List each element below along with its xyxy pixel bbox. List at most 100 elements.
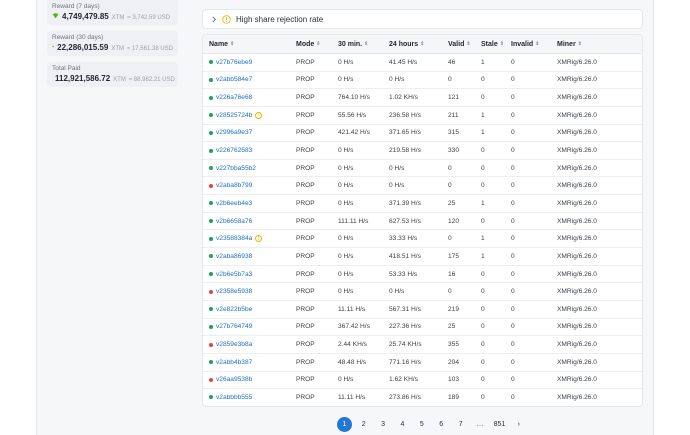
stat-unit: XTM [113,77,126,83]
cell-valid: 355 [448,341,460,349]
stat-value: 4,749,479.85 [62,12,109,21]
stat-label: Total Paid [52,65,81,72]
worker-link[interactable]: v2b6e5b7a3 [216,271,252,278]
page-button[interactable]: 851 [490,416,509,432]
alert-label: High share rejection rate [236,14,324,24]
page-button[interactable]: 2 [354,416,373,432]
header-label: Stale [481,40,498,48]
column-header-mode[interactable]: Mode ⇕ [296,41,338,48]
column-header-30min[interactable]: 30 min. ⇕ [338,41,389,48]
table-row: v2859e3b8a PROP 2.44 KH/s 25.74 KH/s 355 0 0 XM… [203,336,642,354]
cell-hashrate-24h: 418.51 H/s [389,252,421,260]
status-dot-icon [209,77,213,82]
worker-link[interactable]: v226a76e68 [216,94,252,101]
column-header-name[interactable]: Name ⇕ [203,41,296,48]
cell-name: v2b6eeb4e3 [203,200,296,207]
column-header-invalid[interactable]: Invalid ⇕ [511,41,557,48]
cell-miner: XMRig/6.26.0 [557,305,597,313]
cell-hashrate-30min: 11.11 H/s [338,393,366,401]
column-header-valid[interactable]: Valid ⇕ [448,41,481,48]
worker-link[interactable]: v2b6eeb4e3 [216,200,252,207]
column-header-miner[interactable]: Miner ⇕ [557,41,637,48]
cell-invalid: 0 [511,288,515,296]
worker-link[interactable]: v2aba8b799 [216,182,252,189]
worker-link[interactable]: v2358e5938 [216,288,252,295]
cell-hashrate-30min: 55.56 H/s [338,111,367,119]
cell-hashrate-30min: 367.42 H/s [338,323,370,331]
worker-link[interactable]: v28525724b [216,112,252,119]
header-label: Miner [557,40,576,48]
stat-usd: ≈ 3,742.59 USD [127,15,171,21]
cell-name: v2996a9e37 [203,129,296,136]
cell-name: v2aba8b799 [203,182,296,189]
worker-link[interactable]: v227bba55b2 [216,165,256,172]
worker-link[interactable]: v2abb4b387 [216,359,252,366]
warning-icon [222,14,231,24]
cell-name: v2e822b5be [203,306,296,313]
stat-unit: XTM [111,46,124,52]
page-button[interactable]: 1 [337,416,352,432]
worker-link[interactable]: v2996a9e37 [216,129,252,136]
cell-hashrate-24h: 41.45 H/s [389,58,418,66]
cell-hashrate-24h: 371.65 H/s [389,129,421,137]
cell-stale: 1 [481,58,485,66]
cell-mode: PROP [296,235,315,243]
table-row: v2abbbb555 PROP 11.11 H/s 273.86 H/s 189 0 0 XM… [203,389,642,406]
cell-hashrate-30min: 0 H/s [338,182,354,190]
cell-valid: 189 [448,393,460,401]
worker-link[interactable]: v23588384a [216,235,252,242]
table-row: v226a76e68 PROP 764.10 H/s 1.02 KH/s 121 0 0 XM… [203,89,642,107]
stat-usd: ≈ 17,561.38 USD [127,46,173,52]
table-row: v23588384a! PROP 0 H/s 33.33 H/s 0 1 0 XMRig/6.… [203,230,642,249]
cell-stale: 1 [481,252,485,260]
worker-link[interactable]: v226762583 [216,147,252,154]
cell-valid: 25 [448,199,456,207]
cell-hashrate-24h: 0 H/s [389,164,405,172]
cell-hashrate-24h: 227.36 H/s [389,323,421,331]
rejection-alert-toggle[interactable]: High share rejection rate [202,9,643,29]
xtm-coin-icon [52,12,59,19]
worker-link[interactable]: v2aba86938 [216,253,252,260]
cell-invalid: 0 [511,235,515,243]
cell-miner: XMRig/6.26.0 [557,323,597,331]
cell-hashrate-24h: 53.33 H/s [389,270,418,278]
worker-link[interactable]: v2e822b5be [216,306,252,313]
page-button[interactable]: 3 [373,416,392,432]
table-row: v2b6eeb4e3 PROP 0 H/s 371.39 H/s 25 1 0 XMRig/6… [203,195,642,213]
pagination-ellipsis: … [476,420,484,428]
page-button[interactable]: 5 [412,416,431,432]
cell-invalid: 0 [511,341,515,349]
warning-icon: ! [255,111,263,119]
worker-link[interactable]: v2b6658a76 [216,218,252,225]
worker-link[interactable]: v2abb584e7 [216,76,252,83]
cell-invalid: 0 [511,217,515,225]
cell-miner: XMRig/6.26.0 [557,164,597,172]
page-button[interactable]: 7 [451,416,470,432]
page-button[interactable]: 6 [432,416,451,432]
cell-hashrate-30min: 2.44 KH/s [338,341,367,349]
status-dot-icon [209,254,213,259]
status-dot-icon [209,201,213,206]
column-header-stale[interactable]: Stale ⇕ [481,41,511,48]
cell-mode: PROP [296,76,315,84]
warning-icon: ! [255,235,263,243]
worker-link[interactable]: v26aa9538b [216,376,252,383]
worker-link[interactable]: v2859e3b8a [216,341,252,348]
cell-valid: 315 [448,129,460,137]
worker-link[interactable]: v27b764749 [216,323,252,330]
stat-reward-30d: Reward (30 days) 22,286,015.59 XTM ≈ 17,… [47,31,178,56]
cell-invalid: 0 [511,164,515,172]
cell-invalid: 0 [511,393,515,401]
worker-link[interactable]: v2abbbb555 [216,394,252,401]
cell-name: v2358e5938 [203,288,296,295]
stat-unit: XTM [111,15,125,21]
next-page-button[interactable]: › [509,416,528,432]
table-row: v2aba86938 PROP 0 H/s 418.51 H/s 175 1 0 XMRig/… [203,248,642,266]
table-row: v226762583 PROP 0 H/s 219.58 H/s 330 0 0 XMRig/… [203,142,642,160]
worker-link[interactable]: v27b76ebe9 [216,59,252,66]
status-dot-icon [209,395,213,400]
cell-hashrate-30min: 11.11 H/s [338,305,366,313]
cell-valid: 0 [448,164,452,172]
page-button[interactable]: 4 [393,416,412,432]
column-header-24h[interactable]: 24 hours ⇕ [389,41,448,48]
